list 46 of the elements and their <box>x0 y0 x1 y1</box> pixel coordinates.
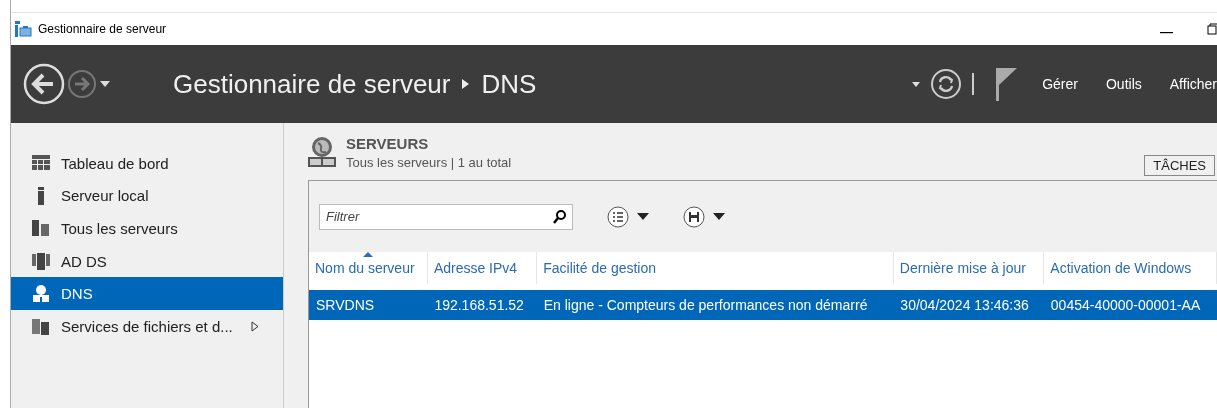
dns-icon <box>31 283 51 304</box>
search-icon[interactable] <box>553 209 566 224</box>
window-title: Gestionnaire de serveur <box>38 22 168 36</box>
tasks-button[interactable]: TÂCHES <box>1144 155 1215 176</box>
column-header[interactable]: Activation de Windows <box>1043 252 1217 284</box>
table-cell: SRVDNS <box>309 290 428 320</box>
separator-line <box>972 73 975 95</box>
sidebar-item[interactable]: Services de fichiers et d... <box>11 309 283 343</box>
servers-icon <box>31 218 51 239</box>
expand-icon[interactable] <box>250 320 259 332</box>
dropdown-icon[interactable] <box>99 80 111 88</box>
table-cell: 00454-40000-00001-AA <box>1043 290 1217 320</box>
restore-icon[interactable] <box>1207 23 1217 35</box>
menu-item[interactable]: Outils <box>1106 76 1142 92</box>
section-subtitle: Tous les serveurs | 1 au total <box>346 155 512 170</box>
menu-item[interactable]: Afficher <box>1169 76 1217 92</box>
app-icon <box>14 20 32 38</box>
dropdown-icon[interactable] <box>912 81 921 87</box>
files-icon <box>31 316 51 337</box>
dropdown-icon[interactable] <box>637 213 649 220</box>
table-cell: 30/04/2024 13:46:36 <box>893 290 1044 320</box>
filter-field[interactable]: Filtrer <box>319 203 573 230</box>
column-header[interactable]: Nom du serveur <box>309 252 428 284</box>
table-cell: En ligne - Compteurs de performances non démarré <box>536 290 894 320</box>
servers-globe-icon <box>308 135 336 169</box>
refresh-icon[interactable] <box>930 68 963 100</box>
role-icon <box>31 251 51 272</box>
back-icon[interactable] <box>23 63 65 105</box>
table-cell: 192.168.51.52 <box>427 290 537 320</box>
section-title: SERVEURS <box>346 135 430 152</box>
column-header[interactable]: Facilité de gestion <box>536 252 894 284</box>
breadcrumb-item: DNS <box>481 68 537 100</box>
sidebar-item[interactable]: Tableau de bord <box>11 147 283 180</box>
list-options-icon[interactable] <box>607 205 629 228</box>
breadcrumb-separator-icon <box>462 79 470 89</box>
menu-item[interactable]: Gérer <box>1042 76 1078 92</box>
sidebar-item[interactable]: DNS <box>11 277 283 310</box>
sidebar-item[interactable]: AD DS <box>11 244 283 278</box>
dropdown-icon[interactable] <box>713 213 725 220</box>
sidebar-item[interactable]: Serveur local <box>11 179 283 213</box>
column-header[interactable]: Dernière mise à jour <box>893 252 1044 284</box>
breadcrumb-item[interactable]: Gestionnaire de serveur <box>173 68 451 100</box>
sidebar-item[interactable]: Tous les serveurs <box>11 212 283 245</box>
flag-icon[interactable] <box>994 67 1019 101</box>
column-header[interactable]: Adresse IPv4 <box>427 252 537 284</box>
save-icon[interactable] <box>683 205 705 228</box>
